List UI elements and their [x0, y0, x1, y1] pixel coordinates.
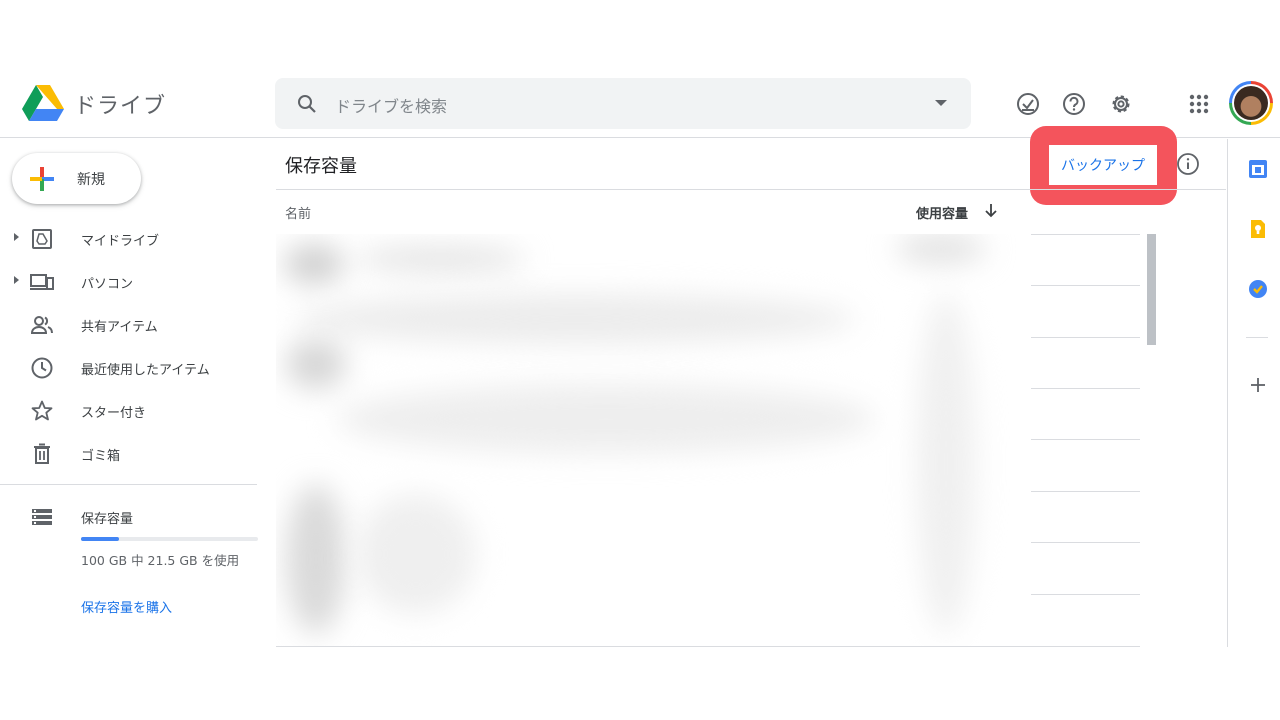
sidebar-item-shared[interactable]: 共有アイテム	[0, 307, 256, 341]
row-divider	[1031, 388, 1140, 389]
expand-arrow-icon[interactable]	[14, 276, 19, 284]
search-input[interactable]: ドライブを検索	[335, 93, 447, 117]
sidebar-item-label: スター付き	[81, 406, 147, 421]
side-panel-separator	[1246, 337, 1268, 338]
side-panel-divider	[1227, 139, 1228, 647]
apps-grid-icon[interactable]	[1186, 91, 1212, 117]
add-app-icon[interactable]	[1249, 376, 1267, 394]
sidebar-item-label: 最近使用したアイテム	[81, 363, 210, 378]
recent-icon	[31, 357, 53, 379]
star-icon	[31, 400, 53, 421]
sidebar-item-computers[interactable]: パソコン	[0, 264, 256, 298]
sidebar-item-label: マイドライブ	[81, 234, 160, 249]
sort-descending-icon[interactable]	[983, 202, 999, 218]
expand-arrow-icon[interactable]	[14, 233, 19, 241]
sidebar-item-starred[interactable]: スター付き	[0, 393, 256, 427]
app-title[interactable]: ドライブ	[74, 88, 166, 120]
buy-storage-link[interactable]: 保存容量を購入	[81, 597, 172, 616]
new-button-label: 新規	[77, 172, 105, 188]
row-divider	[1031, 491, 1140, 492]
column-header-name[interactable]: 名前	[285, 203, 311, 222]
sidebar-item-storage[interactable]: 保存容量	[0, 499, 256, 533]
shared-icon	[30, 316, 53, 334]
account-avatar[interactable]	[1229, 81, 1273, 125]
row-divider	[1031, 542, 1140, 543]
page-title: 保存容量	[285, 156, 357, 177]
search-icon[interactable]	[295, 92, 319, 116]
sidebar-item-label: 保存容量	[81, 512, 134, 527]
drive-logo-icon[interactable]	[22, 85, 64, 123]
file-list-blurred	[276, 234, 1031, 646]
offline-ready-icon[interactable]	[1015, 91, 1041, 117]
row-divider	[276, 646, 1140, 647]
storage-usage-bar	[81, 537, 258, 541]
tasks-icon[interactable]	[1248, 279, 1268, 299]
column-header-usage[interactable]: 使用容量	[916, 203, 968, 222]
storage-icon	[32, 509, 52, 525]
keep-icon[interactable]	[1248, 219, 1268, 239]
backup-button[interactable]: バックアップ	[1049, 145, 1157, 185]
header-divider	[276, 189, 1226, 190]
sidebar-item-label: 共有アイテム	[81, 320, 158, 335]
computers-icon	[30, 274, 54, 290]
help-icon[interactable]	[1061, 91, 1087, 117]
storage-usage-fill	[81, 537, 120, 541]
sidebar-item-recent[interactable]: 最近使用したアイテム	[0, 350, 256, 384]
trash-icon	[34, 443, 50, 464]
row-divider	[1031, 285, 1140, 286]
new-button[interactable]: 新規	[12, 153, 141, 204]
plus-icon	[30, 167, 54, 191]
row-divider	[1031, 234, 1140, 235]
row-divider	[1031, 594, 1140, 595]
scrollbar-thumb[interactable]	[1147, 234, 1156, 345]
row-divider	[1031, 439, 1140, 440]
search-options-icon[interactable]	[935, 100, 947, 106]
sidebar-item-my-drive[interactable]: マイドライブ	[0, 221, 256, 255]
sidebar-item-label: ゴミ箱	[81, 449, 121, 464]
my-drive-icon	[32, 229, 52, 249]
sidebar-item-label: パソコン	[81, 277, 134, 292]
calendar-icon[interactable]	[1248, 159, 1268, 179]
sidebar-item-trash[interactable]: ゴミ箱	[0, 436, 256, 470]
info-icon[interactable]	[1176, 152, 1200, 176]
search-bar[interactable]: ドライブを検索	[275, 78, 971, 129]
sidebar-divider	[0, 484, 257, 485]
storage-usage-text: 100 GB 中 21.5 GB を使用	[81, 553, 240, 568]
row-divider	[1031, 337, 1140, 338]
settings-icon[interactable]	[1108, 91, 1134, 117]
